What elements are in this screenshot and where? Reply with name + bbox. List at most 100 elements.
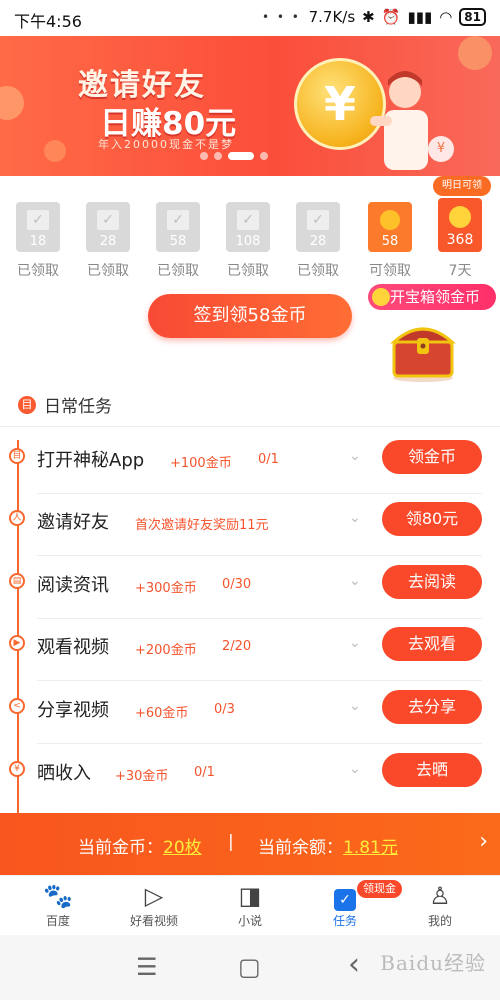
planet-decoration-icon	[44, 140, 66, 162]
menu-icon[interactable]: ☰	[136, 953, 158, 981]
status-bar: 下午4:56 • • • 7.7K/s ✱ ⏰ ▮▮▮ ◠ 81	[0, 0, 500, 36]
task-row-read-news[interactable]: ▤ 阅读资讯 +300金币 0/30 ⌄ 去阅读	[0, 557, 500, 619]
task-row-invite[interactable]: 人 邀请好友 首次邀请好友奖励11元 ⌄ 领80元	[0, 494, 500, 556]
check-icon: ✓	[237, 210, 259, 230]
claim-coins-button[interactable]: 领金币	[382, 440, 482, 474]
cash-badge[interactable]: 领现金	[357, 880, 402, 898]
task-reward: +30金币	[115, 769, 169, 784]
checkin-day-label: 已领取	[17, 263, 59, 279]
chevron-down-icon[interactable]: ⌄	[349, 448, 361, 464]
planet-decoration-icon	[0, 86, 24, 120]
coin-icon	[449, 206, 471, 228]
coins-label: 当前金币：	[78, 838, 163, 858]
check-icon: ✓	[167, 210, 189, 230]
balance-bar[interactable]: 当前金币：20枚 | 当前余额：1.81元 ›	[0, 813, 500, 875]
task-progress: 0/30	[222, 577, 252, 592]
task-reward: +300金币	[135, 581, 197, 596]
home-icon[interactable]: ▢	[238, 953, 261, 981]
battery-icon: 81	[459, 8, 486, 26]
tab-label: 任务	[332, 914, 357, 928]
task-row-watch-video[interactable]: ▶ 观看视频 +200金币 2/20 ⌄ 去观看	[0, 619, 500, 681]
chevron-down-icon[interactable]: ⌄	[349, 635, 361, 651]
divider	[0, 426, 500, 427]
book-icon: ◨	[238, 882, 262, 910]
tab-profile[interactable]: ♙ 我的	[400, 882, 480, 929]
tab-label: 好看视频	[129, 914, 178, 928]
chevron-down-icon[interactable]: ⌄	[349, 510, 361, 526]
yuan-icon: ¥	[9, 761, 25, 777]
banner-note: 年入20000现金不是梦	[98, 138, 234, 151]
check-icon: ✓	[307, 210, 329, 230]
checkin-day-value: 58	[381, 234, 399, 249]
task-name: 邀请好友	[37, 512, 109, 533]
chevron-right-icon[interactable]: ›	[479, 829, 488, 854]
go-read-button[interactable]: 去阅读	[382, 565, 482, 599]
treasure-chest-tag[interactable]: 开宝箱领金币	[368, 284, 496, 310]
task-reward: +60金币	[135, 706, 189, 721]
go-share-button[interactable]: 去分享	[382, 690, 482, 724]
check-icon: ✓	[97, 210, 119, 230]
checkin-day-value: 108	[235, 234, 261, 249]
checkin-day-future[interactable]: 368 7天	[438, 198, 482, 280]
checkin-day-box: ✓ 108	[226, 202, 270, 252]
checkin-day[interactable]: ✓ 18 已领取	[16, 202, 60, 280]
coin-decoration-icon	[458, 36, 492, 70]
task-name: 晒收入	[37, 763, 91, 784]
checkin-day-value: 28	[99, 234, 117, 249]
checkin-day-available[interactable]: 58 可领取	[368, 202, 412, 280]
tab-video[interactable]: ▷ 好看视频	[114, 882, 194, 929]
tab-novel[interactable]: ◨ 小说	[210, 882, 290, 929]
carousel-indicator[interactable]	[200, 152, 268, 160]
carousel-dot[interactable]	[260, 152, 268, 160]
chevron-down-icon[interactable]: ⌄	[349, 761, 361, 777]
tab-baidu[interactable]: 🐾 百度	[18, 882, 98, 929]
task-row-share-video[interactable]: < 分享视频 +60金币 0/3 ⌄ 去分享	[0, 682, 500, 744]
task-list-icon: 目	[18, 395, 36, 414]
promo-banner[interactable]: 邀请好友 日赚80元 年入20000现金不是梦 ¥ ¥	[0, 36, 500, 176]
checkin-day-label: 已领取	[87, 263, 129, 279]
task-row-show-income[interactable]: ¥ 晒收入 +30金币 0/1 ⌄ 去晒	[0, 745, 500, 807]
cash-value[interactable]: 1.81元	[343, 838, 398, 858]
checkin-day-value: 368	[446, 232, 474, 248]
treasure-chest-icon[interactable]	[388, 316, 458, 382]
play-icon: ▷	[144, 882, 164, 910]
coins-balance: 当前金币：20枚	[78, 833, 202, 858]
divider	[37, 680, 482, 681]
back-icon[interactable]: ‹	[348, 947, 360, 982]
play-icon: ▶	[9, 635, 25, 651]
carousel-dot[interactable]	[200, 152, 208, 160]
go-show-button[interactable]: 去晒	[382, 753, 482, 787]
chevron-down-icon[interactable]: ⌄	[349, 698, 361, 714]
checkin-day[interactable]: ✓ 58 已领取	[156, 202, 200, 280]
checkin-day-label: 已领取	[227, 263, 269, 279]
signal-icon: ▮▮▮	[407, 8, 433, 26]
carousel-dot[interactable]	[214, 152, 222, 160]
go-watch-button[interactable]: 去观看	[382, 627, 482, 661]
news-icon: ▤	[9, 573, 25, 589]
checkin-day-value: 18	[29, 234, 47, 249]
checkin-day[interactable]: ✓ 28 已领取	[86, 202, 130, 280]
check-icon: ✓	[27, 210, 49, 230]
checkin-day[interactable]: ✓ 108 已领取	[226, 202, 270, 280]
share-icon: <	[9, 698, 25, 714]
checkin-day-label: 已领取	[157, 263, 199, 279]
status-time: 下午4:56	[14, 12, 82, 31]
coins-value[interactable]: 20枚	[163, 838, 202, 858]
notification-dots: • • •	[262, 10, 301, 24]
task-row-open-app[interactable]: 目 打开神秘App +100金币 0/1 ⌄ 领金币	[0, 432, 500, 494]
checkin-day-box: ✓ 58	[156, 202, 200, 252]
checkin-day[interactable]: ✓ 28 已领取	[296, 202, 340, 280]
tab-label: 小说	[237, 914, 262, 928]
carousel-dot-active[interactable]	[228, 152, 254, 160]
daily-tasks-header: 目 日常任务	[18, 392, 112, 417]
task-reward: 首次邀请好友奖励11元	[135, 518, 269, 533]
task-name: 分享视频	[37, 700, 109, 721]
task-name: 打开神秘App	[37, 450, 145, 471]
tab-label: 百度	[45, 914, 70, 928]
treasure-chest-label: 开宝箱领金币	[390, 288, 481, 306]
chevron-down-icon[interactable]: ⌄	[349, 573, 361, 589]
claim-80-button[interactable]: 领80元	[382, 502, 482, 536]
coin-icon	[380, 210, 400, 230]
task-progress: 2/20	[222, 639, 252, 654]
sign-in-button[interactable]: 签到领58金币	[148, 294, 352, 338]
